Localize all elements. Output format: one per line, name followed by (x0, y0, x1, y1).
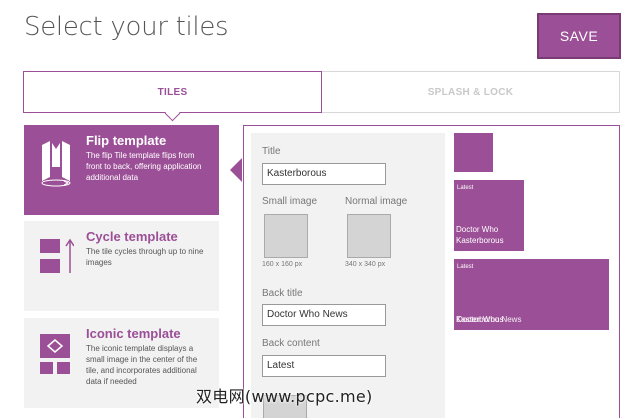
template-flip[interactable]: Flip template The flip Tile template fli… (24, 125, 219, 215)
normal-image-size: 340 x 340 px (345, 261, 386, 268)
template-title: Iconic template (86, 326, 181, 341)
selection-pointer (230, 158, 242, 182)
template-iconic[interactable]: Iconic template The iconic template disp… (24, 318, 219, 408)
normal-image-label: Normal image (345, 196, 408, 207)
tile-back-content: Latest (457, 185, 474, 191)
tab-tiles[interactable]: TILES (23, 71, 322, 113)
tab-bar: TILES SPLASH & LOCK (23, 71, 620, 113)
template-cycle[interactable]: Cycle template The tile cycles through u… (24, 221, 219, 311)
small-image-label: Small image (262, 196, 318, 207)
preview-tile-wide: Latest Kasterborous Doctor Who News (454, 259, 609, 330)
small-image-picker[interactable] (264, 214, 308, 258)
title-field[interactable]: Kasterborous (262, 163, 386, 185)
template-description: The iconic template displays a small ima… (86, 344, 198, 386)
tile-line-1: Doctor Who (456, 225, 499, 234)
template-description: The tile cycles through up to nine image… (86, 247, 204, 267)
back-content-label: Back content (262, 338, 320, 349)
title-label: Title (262, 146, 281, 157)
tile-line-2: Doctor Who News (457, 315, 522, 324)
watermark: 双电网(www.pcpc.me) (196, 387, 373, 406)
preview-tile-small (454, 133, 493, 172)
page-title: Select your tiles (24, 12, 229, 42)
tile-back-content: Latest (457, 264, 474, 270)
flip-icon (41, 141, 71, 187)
template-title: Cycle template (86, 229, 178, 244)
template-description: The flip Tile template flips from front … (86, 151, 202, 182)
cycle-icon (40, 238, 74, 273)
back-content-field[interactable]: Latest (262, 355, 386, 377)
back-title-field[interactable]: Doctor Who News (262, 304, 386, 326)
template-title: Flip template (86, 133, 167, 148)
tile-form: Title Kasterborous Small image 160 x 160… (251, 133, 445, 418)
preview-tile-medium: Latest Doctor Who Kasterborous (454, 180, 524, 251)
back-title-label: Back title (262, 288, 303, 299)
iconic-icon (40, 334, 70, 374)
save-button[interactable]: SAVE (537, 13, 621, 59)
normal-image-picker[interactable] (347, 214, 391, 258)
tile-line-2: Kasterborous (456, 236, 504, 245)
tab-splash-lock[interactable]: SPLASH & LOCK (322, 72, 619, 112)
small-image-size: 160 x 160 px (262, 261, 303, 268)
